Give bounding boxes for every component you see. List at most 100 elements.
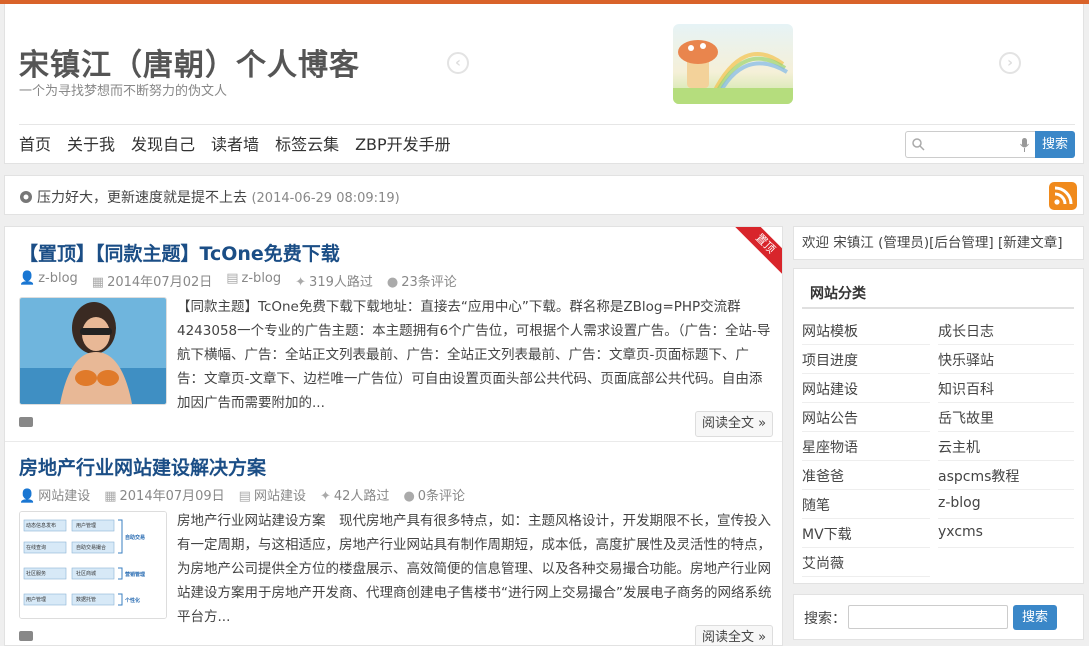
category-link[interactable]: 成长日志 — [938, 321, 994, 341]
post-author[interactable]: 网站建设 — [38, 489, 90, 504]
category-divider — [802, 489, 930, 490]
category-link[interactable]: 艾尚薇 — [802, 553, 844, 573]
category-divider — [938, 460, 1074, 461]
category-divider — [802, 373, 930, 374]
category-link[interactable]: 星座物语 — [802, 437, 858, 457]
category-divider — [802, 576, 930, 577]
category-icon: ▤ — [238, 489, 251, 504]
post-views: 319人路过 — [309, 275, 373, 290]
main-nav: 首页 关于我 发现自己 读者墙 标签云集 ZBP开发手册 — [19, 134, 467, 156]
user-icon: 👤 — [19, 271, 36, 286]
walker-icon: ✦ — [319, 489, 331, 504]
comment-icon: ● — [386, 275, 399, 290]
header-banner-image[interactable] — [673, 24, 793, 104]
category-link[interactable]: aspcms教程 — [938, 466, 1019, 486]
user-icon: 👤 — [19, 489, 36, 504]
speech-bubble-icon — [20, 191, 32, 203]
category-link[interactable]: z-blog — [938, 495, 981, 511]
category-link[interactable]: yxcms — [938, 524, 983, 540]
categories-divider — [802, 307, 1074, 309]
nav-divider — [19, 124, 1075, 125]
svg-text:用户管理: 用户管理 — [26, 596, 46, 603]
post-title[interactable]: 房地产行业网站建设解决方案 — [19, 453, 266, 480]
post-list: 置顶 【置顶】【同款主题】TcOne免费下载 👤 z-blog ▦ 2014年07月… — [4, 226, 783, 646]
sticky-ribbon: 置顶 — [718, 227, 782, 291]
tag-icon — [19, 417, 33, 427]
sidebar-search: 搜索： 搜索 — [793, 594, 1084, 640]
post-comments[interactable]: 0条评论 — [418, 489, 465, 504]
post-category[interactable]: z-blog — [242, 271, 282, 286]
svg-text:数据托管: 数据托管 — [76, 596, 96, 603]
post-author[interactable]: z-blog — [38, 271, 78, 286]
post-excerpt: 【同款主题】TcOne免费下载下载地址：直接去“应用中心”下载。群名称是ZBlo… — [177, 299, 771, 411]
category-divider — [802, 402, 930, 403]
read-more-button[interactable]: 阅读全文 » — [695, 625, 773, 645]
svg-text:用户管理: 用户管理 — [76, 522, 96, 529]
post-title[interactable]: 【置顶】【同款主题】TcOne免费下载 — [19, 239, 340, 266]
svg-text:动态信息发布: 动态信息发布 — [26, 522, 56, 529]
svg-text:自助交易撮合: 自助交易撮合 — [76, 544, 106, 551]
category-divider — [938, 344, 1074, 345]
post-views: 42人路过 — [333, 489, 390, 504]
nav-item-discover[interactable]: 发现自己 — [131, 134, 195, 156]
header-search-button[interactable]: 搜索 — [1035, 131, 1075, 158]
category-link[interactable]: 项目进度 — [802, 350, 858, 370]
svg-text:营销管理: 营销管理 — [125, 571, 145, 578]
post-category[interactable]: 网站建设 — [254, 489, 306, 504]
nav-item-readers[interactable]: 读者墙 — [211, 134, 259, 156]
category-link[interactable]: 网站建设 — [802, 379, 858, 399]
post-thumbnail[interactable] — [19, 297, 167, 405]
calendar-icon: ▦ — [91, 275, 105, 290]
site-header: 宋镇江（唐朝）个人博客 一个为寻找梦想而不断努力的伪文人 ‹ › 首页 关于我 … — [4, 4, 1084, 164]
nav-item-tags[interactable]: 标签云集 — [275, 134, 339, 156]
category-divider — [938, 431, 1074, 432]
category-divider — [802, 460, 930, 461]
category-link[interactable]: 岳飞故里 — [938, 408, 994, 428]
banner-prev-icon[interactable]: ‹ — [447, 52, 469, 74]
comment-icon: ● — [403, 489, 415, 504]
category-divider — [938, 402, 1074, 403]
post-item: 置顶 【置顶】【同款主题】TcOne免费下载 👤 z-blog ▦ 2014年07月… — [5, 227, 782, 441]
tag-icon — [19, 631, 33, 641]
category-divider — [802, 518, 930, 519]
nav-item-about[interactable]: 关于我 — [67, 134, 115, 156]
category-link[interactable]: 知识百科 — [938, 379, 994, 399]
category-divider — [802, 344, 930, 345]
svg-text:自助交易: 自助交易 — [125, 534, 145, 541]
sidebar-search-button[interactable]: 搜索 — [1013, 605, 1057, 630]
category-link[interactable]: 云主机 — [938, 437, 980, 457]
category-icon: ▤ — [226, 271, 239, 286]
site-title[interactable]: 宋镇江（唐朝）个人博客 — [19, 40, 360, 84]
sidebar-welcome[interactable]: 欢迎 宋镇江 (管理员)[后台管理] [新建文章] — [793, 226, 1084, 260]
category-link[interactable]: 网站模板 — [802, 321, 858, 341]
category-link[interactable]: 随笔 — [802, 495, 830, 515]
category-link[interactable]: 网站公告 — [802, 408, 858, 428]
post-excerpt: 房地产行业网站建设方案 现代房地产具有很多特点，如：主题风格设计，开发期限不长，… — [177, 513, 772, 625]
site-subtitle: 一个为寻找梦想而不断努力的伪文人 — [19, 84, 228, 99]
post-item: 房地产行业网站建设解决方案 👤 网站建设 ▦ 2014年07月09日 ▤ 网站建设 ✦… — [5, 441, 782, 645]
post-comments[interactable]: 23条评论 — [401, 275, 457, 290]
sidebar-search-input[interactable] — [848, 605, 1008, 629]
microphone-icon[interactable] — [1020, 138, 1029, 152]
post-thumbnail[interactable]: 动态信息发布 用户管理 自助交易撮合 在线查询 社区服务 社区商城 用户管理 数… — [19, 511, 167, 619]
header-search-input[interactable] — [905, 131, 1035, 158]
read-more-button[interactable]: 阅读全文 » — [695, 411, 773, 437]
nav-item-home[interactable]: 首页 — [19, 134, 51, 156]
category-link[interactable]: MV下载 — [802, 524, 852, 544]
category-link[interactable]: 快乐驿站 — [938, 350, 994, 370]
banner-next-icon[interactable]: › — [999, 52, 1021, 74]
category-divider — [938, 373, 1074, 374]
category-link[interactable]: 准爸爸 — [802, 466, 844, 486]
rss-icon[interactable] — [1049, 182, 1077, 210]
svg-text:在线查询: 在线查询 — [26, 544, 46, 551]
notice-bar: 压力好大，更新速度就是提不上去 (2014-06-29 08:09:19) — [4, 175, 1084, 215]
category-divider — [938, 547, 1074, 548]
sidebar-categories: 网站分类 网站模板 项目进度 网站建设 网站公告 星座物语 准爸爸 随笔 MV下载 艾尚薇 成长日… — [793, 268, 1084, 584]
post-date: 2014年07月09日 — [119, 489, 225, 504]
nav-item-zbp-manual[interactable]: ZBP开发手册 — [355, 134, 451, 156]
notice-text: 压力好大，更新速度就是提不上去 — [37, 190, 247, 206]
calendar-icon: ▦ — [104, 489, 117, 504]
walker-icon: ✦ — [295, 275, 307, 290]
category-divider — [802, 547, 930, 548]
category-divider — [802, 431, 930, 432]
